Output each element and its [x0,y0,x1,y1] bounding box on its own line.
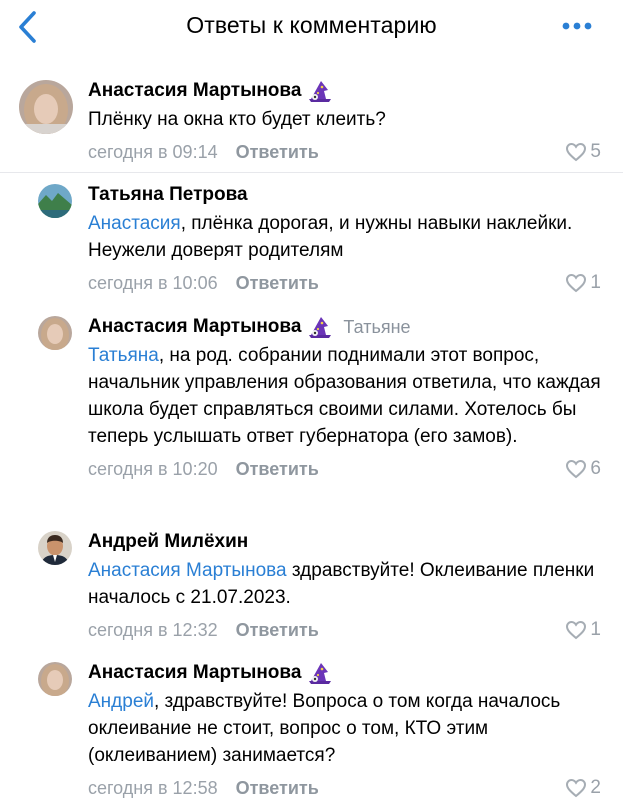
comment: Андрей Милёхин Анастасия Мартынова здрав… [0,529,623,644]
author-name[interactable]: Анастасия Мартынова [88,316,301,338]
comment: Анастасия Мартынова Татьяне Татьяна, на … [0,314,623,514]
mention-link[interactable]: Анастасия [88,213,181,234]
top-bar: Ответы к комментарию [0,0,623,52]
timestamp: сегодня в 12:32 [88,619,218,640]
comment-text: Татьяна, на род. собрании поднимали этот… [88,345,601,447]
more-dots-icon [562,22,592,30]
wizard-hat-icon [307,314,333,340]
like-button[interactable]: 5 [565,141,601,163]
wizard-hat-icon [307,660,333,686]
reply-button[interactable]: Ответить [236,142,319,163]
avatar[interactable] [38,184,72,218]
divider [0,172,623,173]
heart-icon [565,459,587,479]
wizard-hat-icon [307,78,333,104]
heart-icon [565,620,587,640]
comment-text: Анастасия, плёнка дорогая, и нужны навык… [88,213,573,261]
heart-icon [565,142,587,162]
like-count: 1 [590,272,601,293]
author-name[interactable]: Андрей Милёхин [88,531,248,553]
like-button[interactable]: 2 [565,777,601,799]
mention-link[interactable]: Татьяна [88,345,159,366]
more-options-button[interactable] [560,14,596,38]
like-button[interactable]: 6 [565,458,601,480]
timestamp: сегодня в 09:14 [88,141,218,162]
comment-text: Анастасия Мартынова здравствуйте! Оклеив… [88,560,595,608]
timestamp: сегодня в 12:58 [88,777,218,798]
comment-text: Андрей, здравствуйте! Вопроса о том когд… [88,691,561,766]
like-button[interactable]: 1 [565,619,601,641]
mention-link[interactable]: Анастасия Мартынова [88,560,287,581]
heart-icon [565,273,587,293]
reply-to-label[interactable]: Татьяне [343,317,410,338]
like-count: 1 [590,619,601,640]
comment: Татьяна Петрова Анастасия, плёнка дорога… [0,182,623,297]
avatar[interactable] [19,80,73,134]
avatar[interactable] [38,531,72,565]
timestamp: сегодня в 10:20 [88,458,218,479]
author-name[interactable]: Анастасия Мартынова [88,662,301,684]
avatar[interactable] [38,662,72,696]
reply-button[interactable]: Ответить [236,459,319,480]
mention-link[interactable]: Андрей [88,691,154,712]
author-name[interactable]: Анастасия Мартынова [88,80,301,102]
like-count: 5 [590,141,601,162]
like-count: 2 [590,777,601,798]
author-name[interactable]: Татьяна Петрова [88,184,248,206]
heart-icon [565,778,587,798]
comment: Анастасия Мартынова Андрей, здравствуйте… [0,660,623,800]
comment-text: Плёнку на окна кто будет клеить? [88,109,386,130]
reply-button[interactable]: Ответить [236,273,319,294]
page-title: Ответы к комментарию [186,12,437,38]
comment: Анастасия Мартынова Плёнку на окна кто б… [0,78,623,168]
timestamp: сегодня в 10:06 [88,272,218,293]
like-button[interactable]: 1 [565,272,601,294]
like-count: 6 [590,458,601,479]
reply-button[interactable]: Ответить [236,620,319,641]
reply-button[interactable]: Ответить [236,778,319,799]
avatar[interactable] [38,316,72,350]
